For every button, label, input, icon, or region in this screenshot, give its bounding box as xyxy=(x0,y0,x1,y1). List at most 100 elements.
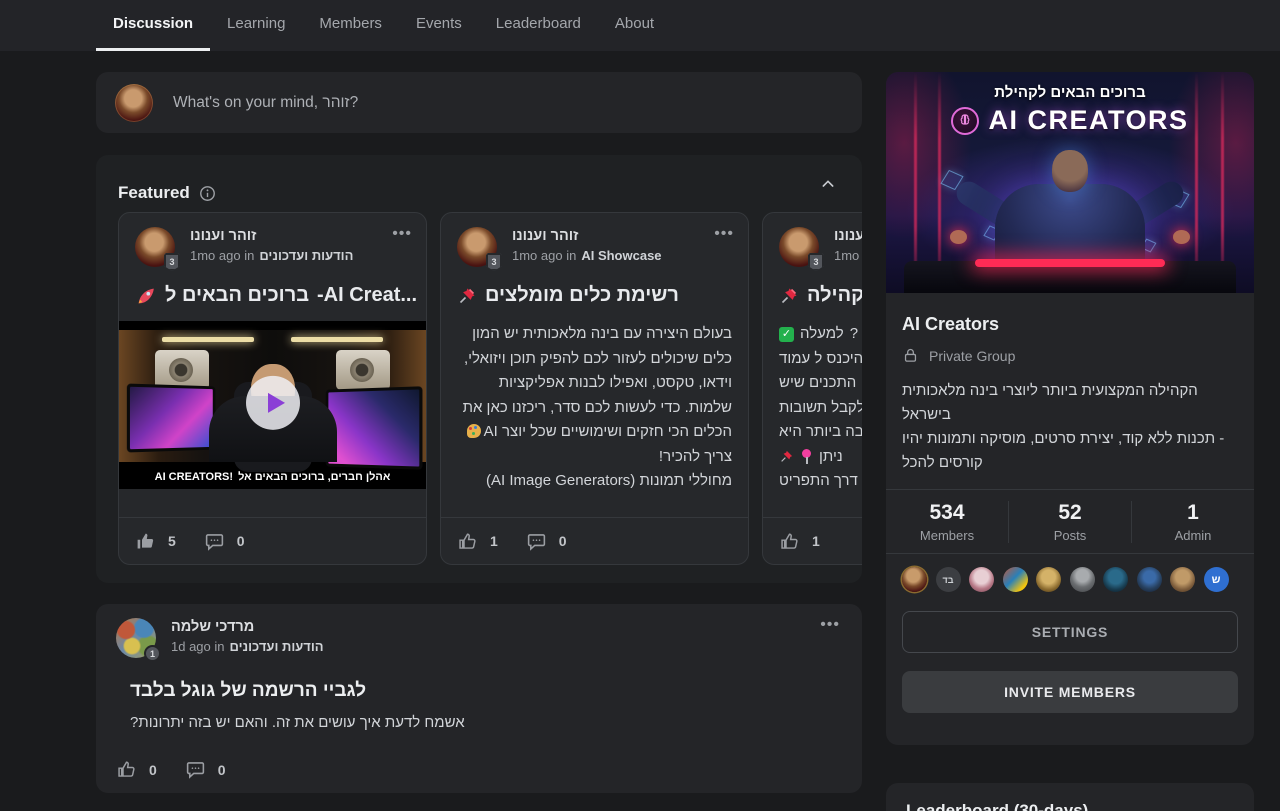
video-caption: AI CREATORS! אהלן חברים, ברוכים הבאים אל xyxy=(119,471,426,483)
post-title-text: רשימת כלים מומלצים xyxy=(485,284,679,307)
featured-header: Featured xyxy=(96,155,862,212)
banner-brand-text: AI CREATORS xyxy=(988,105,1188,136)
author-avatar[interactable]: 3 xyxy=(779,227,819,267)
more-options-icon[interactable]: ••• xyxy=(714,225,734,243)
banner-welcome-text: ברוכים הבאים לקהילת xyxy=(886,84,1254,101)
tab-about[interactable]: About xyxy=(598,0,671,51)
member-avatars-row: בד ש xyxy=(886,554,1254,592)
author-block: זוהר וענונו 1mo ago in הודעות ועדכונים xyxy=(190,227,353,267)
member-avatar[interactable] xyxy=(1036,567,1061,592)
post-category[interactable]: AI Showcase xyxy=(581,248,661,263)
composer-placeholder[interactable]: What's on your mind, זוהר? xyxy=(173,72,358,133)
post-category[interactable]: הודעות ועדכונים xyxy=(259,248,353,263)
brain-logo-icon xyxy=(951,107,979,135)
post-meta: 1mo ago in הודעות ועדכונים xyxy=(834,248,862,263)
member-avatar[interactable] xyxy=(902,567,927,592)
stat-value: 52 xyxy=(1009,501,1131,525)
like-icon[interactable] xyxy=(779,531,800,552)
post-title-he: ברוכים הבאים ל xyxy=(165,284,309,307)
body-line: דרך התפריט xyxy=(779,469,862,494)
post-composer[interactable]: What's on your mind, זוהר? xyxy=(96,72,862,133)
info-icon[interactable] xyxy=(199,185,216,202)
post-title[interactable]: לגביי הרשמה של גוגל בלבד xyxy=(96,680,862,702)
post-category[interactable]: הודעות ועדכונים xyxy=(230,639,324,654)
member-avatar[interactable] xyxy=(1070,567,1095,592)
stat-posts[interactable]: 52 Posts xyxy=(1008,501,1131,543)
card-footer: 1 xyxy=(763,517,862,564)
round-pin-icon xyxy=(800,449,813,464)
member-avatar[interactable] xyxy=(1137,567,1162,592)
group-stats: 534 Members 52 Posts 1 Admin xyxy=(886,490,1254,553)
author-name[interactable]: זוהר וענונו xyxy=(190,228,353,244)
post-title[interactable]: רשימת כלים מומלצים xyxy=(441,284,748,307)
author-avatar[interactable]: 3 xyxy=(457,227,497,267)
card-footer: 1 0 xyxy=(441,517,748,564)
like-icon[interactable] xyxy=(135,531,156,552)
like-icon[interactable] xyxy=(457,531,478,552)
author-avatar[interactable]: 1 xyxy=(116,618,156,658)
member-avatar[interactable] xyxy=(1170,567,1195,592)
post-time: 1mo ago in xyxy=(834,248,862,263)
feed-post[interactable]: 1 מרדכי שלמה 1d ago in הודעות ועדכונים •… xyxy=(96,604,862,793)
current-user-avatar[interactable] xyxy=(115,84,153,122)
member-avatar[interactable] xyxy=(969,567,994,592)
author-name[interactable]: מרדכי שלמה xyxy=(171,619,324,635)
body-line: התכנים שיש xyxy=(779,371,862,396)
stat-members[interactable]: 534 Members xyxy=(886,501,1008,543)
check-icon: ✓ xyxy=(779,327,794,342)
pushpin-icon xyxy=(457,286,477,306)
play-button[interactable] xyxy=(246,376,300,430)
video-thumbnail[interactable]: AI CREATORS! אהלן חברים, ברוכים הבאים אל xyxy=(119,321,426,489)
description-line: הקהילה המקצועית ביותר ליוצרי בינה מלאכות… xyxy=(902,379,1238,427)
post-title[interactable]: ברוכים הבאים ל-AI Creat... xyxy=(119,284,426,307)
comment-icon[interactable] xyxy=(526,531,547,552)
tab-events[interactable]: Events xyxy=(399,0,479,51)
comment-count: 0 xyxy=(559,533,567,549)
group-privacy-label: Private Group xyxy=(929,348,1015,364)
caption-he: אהלן חברים, ברוכים הבאים אל xyxy=(238,471,390,483)
body-line: לקבל תשובות xyxy=(779,396,862,421)
like-icon[interactable] xyxy=(116,759,137,780)
member-avatar[interactable] xyxy=(1103,567,1128,592)
body-fragment: ? xyxy=(850,322,858,347)
comment-count: 0 xyxy=(237,533,245,549)
tab-discussion[interactable]: Discussion xyxy=(96,0,210,51)
card-header: 3 זוהר וענונו 1mo ago in הודעות ועדכונים… xyxy=(119,213,426,267)
author-block: זוהר וענונו 1mo ago in הודעות ועדכונים xyxy=(834,227,862,267)
level-badge: 3 xyxy=(808,253,824,271)
tab-leaderboard[interactable]: Leaderboard xyxy=(479,0,598,51)
group-banner-image[interactable]: ברוכים הבאים לקהילת AI CREATORS xyxy=(886,72,1254,293)
featured-title: Featured xyxy=(118,183,190,203)
body-line: בה ביותר היא xyxy=(779,420,862,445)
tab-learning[interactable]: Learning xyxy=(210,0,302,51)
author-name[interactable]: זוהר וענונו xyxy=(512,228,662,244)
post-meta: 1mo ago in AI Showcase xyxy=(512,248,662,263)
figure-hand xyxy=(1173,230,1190,244)
like-count: 1 xyxy=(812,533,820,549)
body-part3: מחוללי תמונות (AI Image Generators) xyxy=(457,469,732,494)
comment-icon[interactable] xyxy=(204,531,225,552)
invite-members-button[interactable]: INVITE MEMBERS xyxy=(902,671,1238,713)
tab-members[interactable]: Members xyxy=(302,0,399,51)
group-sidebar: ברוכים הבאים לקהילת AI CREATORS AI Creat… xyxy=(886,72,1254,745)
post-footer: 0 0 xyxy=(96,746,862,793)
post-title[interactable]: קהילה xyxy=(763,284,862,307)
post-title-text: קהילה xyxy=(807,284,862,307)
author-avatar[interactable]: 3 xyxy=(135,227,175,267)
collapse-chevron-up-icon[interactable] xyxy=(820,176,836,192)
member-avatar[interactable]: בד xyxy=(936,567,961,592)
figure-head xyxy=(1052,150,1088,192)
member-avatar[interactable]: ש xyxy=(1204,567,1229,592)
featured-card-tools[interactable]: 3 זוהר וענונו 1mo ago in AI Showcase ••• xyxy=(440,212,749,565)
member-avatar[interactable] xyxy=(1003,567,1028,592)
comment-icon[interactable] xyxy=(185,759,206,780)
featured-card-welcome[interactable]: 3 זוהר וענונו 1mo ago in הודעות ועדכונים… xyxy=(118,212,427,565)
more-options-icon[interactable]: ••• xyxy=(820,616,840,634)
more-options-icon[interactable]: ••• xyxy=(392,225,412,243)
featured-card-community[interactable]: 3 זוהר וענונו 1mo ago in הודעות ועדכונים… xyxy=(762,212,862,565)
author-name[interactable]: זוהר וענונו xyxy=(834,228,862,244)
like-count: 1 xyxy=(490,533,498,549)
stat-admins[interactable]: 1 Admin xyxy=(1131,501,1254,543)
post-body: אשמח לדעת איך עושים את זה. והאם יש בזה י… xyxy=(96,714,862,731)
settings-button[interactable]: SETTINGS xyxy=(902,611,1238,653)
